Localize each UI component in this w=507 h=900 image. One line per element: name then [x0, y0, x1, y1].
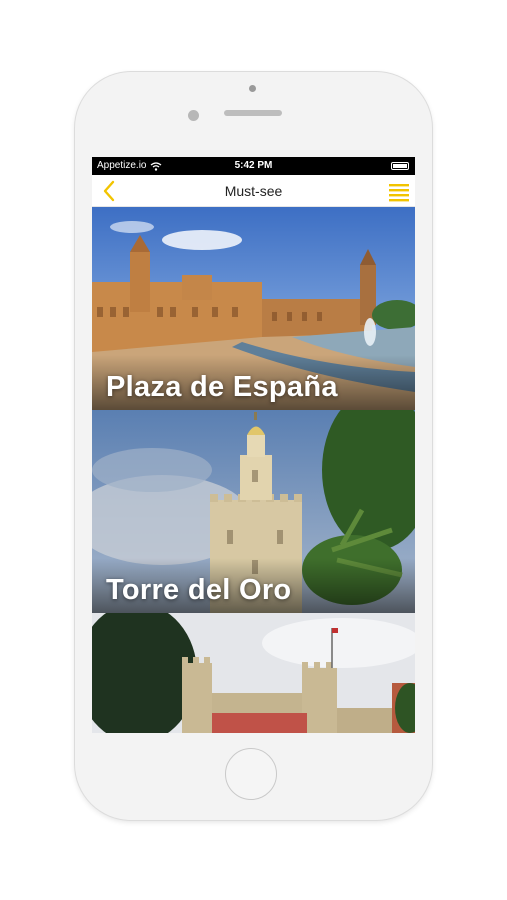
card-title: Plaza de España [106, 371, 338, 403]
alcazar-photo [92, 613, 415, 733]
front-camera [249, 85, 256, 92]
card-torre-del-oro[interactable]: Torre del Oro [92, 410, 415, 613]
app-screen: Appetize.io 5:42 PM Must-see Plaza de Es… [92, 157, 415, 733]
menu-button[interactable] [387, 182, 411, 202]
earpiece-speaker [224, 110, 282, 116]
navigation-bar: Must-see [92, 175, 415, 207]
card-title: Torre del Oro [106, 574, 292, 606]
card-alcazar[interactable] [92, 613, 415, 733]
home-button[interactable] [225, 748, 277, 800]
status-time: 5:42 PM [234, 160, 273, 171]
status-bar: Appetize.io 5:42 PM [92, 157, 415, 175]
page-title: Must-see [224, 183, 283, 199]
card-plaza-de-espana[interactable]: Plaza de España [92, 207, 415, 410]
proximity-sensor [188, 110, 199, 121]
phone-frame: Appetize.io 5:42 PM Must-see Plaza de Es… [75, 72, 432, 820]
hamburger-menu-icon [389, 184, 409, 202]
battery-icon [391, 162, 409, 170]
